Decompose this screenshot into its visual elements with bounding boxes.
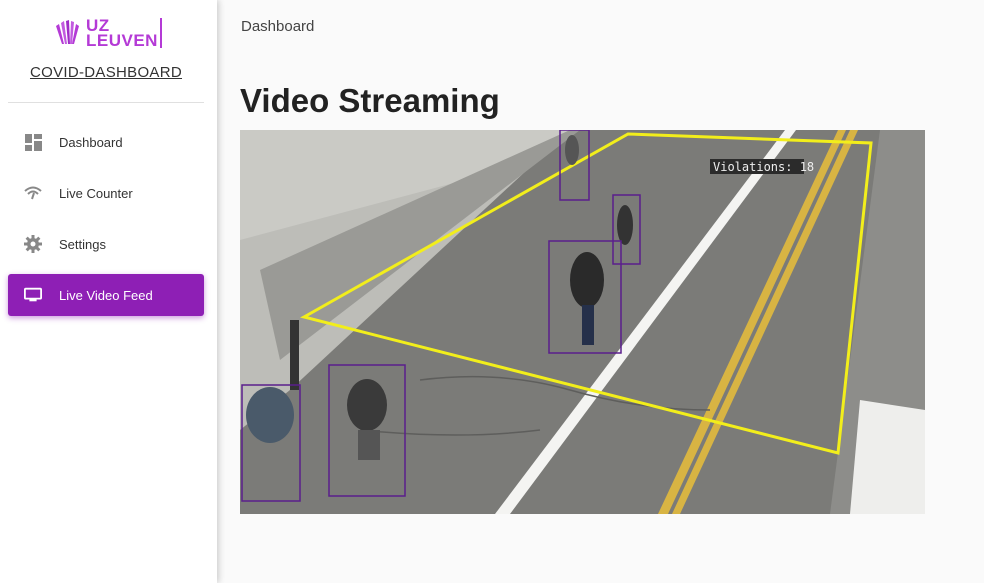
right-curb [850, 400, 925, 514]
violations-counter: Violations: 18 [713, 160, 814, 174]
monitor-icon [24, 286, 42, 304]
sidebar-item-label: Settings [59, 236, 106, 252]
sidebar-item-label: Dashboard [59, 134, 123, 150]
sidebar-item-settings[interactable]: Settings [8, 223, 204, 265]
sidebar-item-live-video-feed[interactable]: Live Video Feed [8, 274, 204, 316]
sidebar-item-label: Live Video Feed [59, 287, 153, 303]
bollard [290, 320, 299, 390]
gear-icon [24, 235, 42, 253]
app-title-link[interactable]: COVID-DASHBOARD [0, 64, 212, 81]
sidebar: UZ LEUVEN COVID-DASHBOARD Dashboard Live… [0, 0, 217, 583]
logo-text: UZ LEUVEN [86, 17, 162, 50]
logo-mark-icon [56, 20, 79, 44]
sidebar-item-dashboard[interactable]: Dashboard [8, 121, 204, 163]
video-stream[interactable]: Violations: 18 [240, 130, 925, 514]
logo-text-line2: LEUVEN [86, 31, 158, 50]
uz-leuven-logo[interactable]: UZ LEUVEN [52, 17, 162, 50]
dashboard-icon [24, 133, 42, 151]
sidebar-item-label: Live Counter [59, 185, 133, 201]
sidebar-divider [8, 102, 204, 103]
wifi-counter-icon [24, 184, 42, 202]
breadcrumb[interactable]: Dashboard [241, 18, 314, 35]
page-title: Video Streaming [240, 82, 500, 119]
sidebar-item-live-counter[interactable]: Live Counter [8, 172, 204, 214]
